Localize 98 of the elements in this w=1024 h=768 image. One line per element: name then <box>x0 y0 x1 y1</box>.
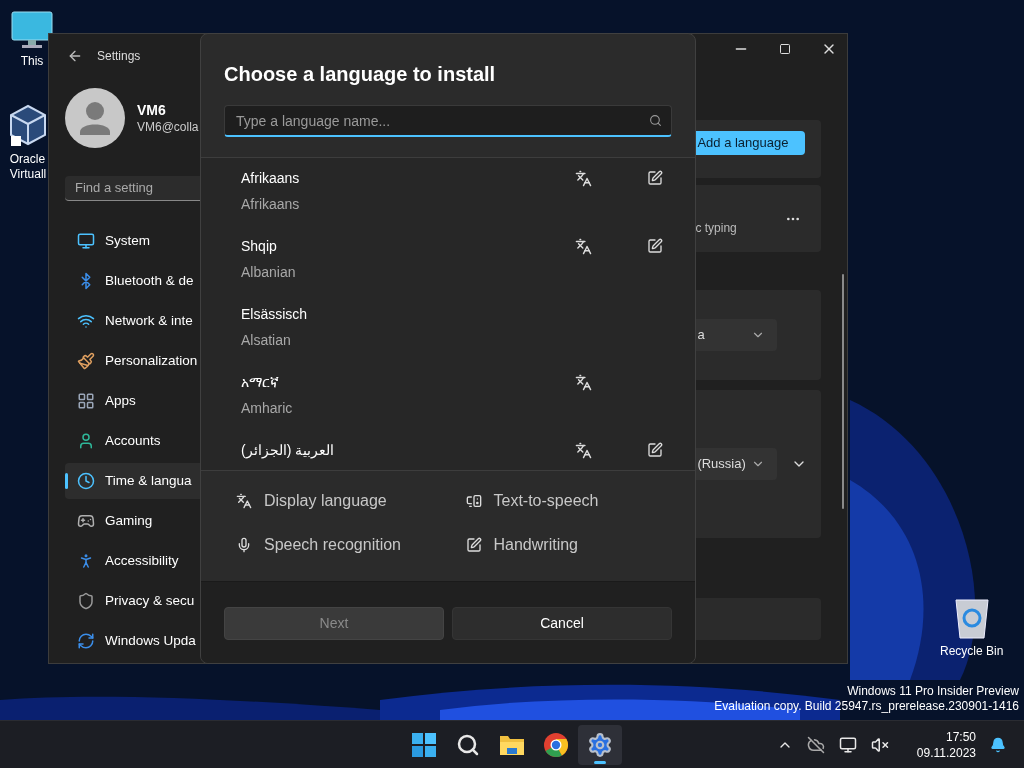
nav-label: Privacy & secu <box>105 591 195 610</box>
pen-square-icon <box>647 238 663 254</box>
nav-item[interactable]: Bluetooth & de <box>65 263 201 299</box>
network-icon[interactable] <box>838 735 857 754</box>
selection-indicator <box>65 473 68 489</box>
language-item[interactable]: Elsässisch Alsatian <box>201 294 695 362</box>
language-icon <box>575 170 592 187</box>
language-search-field[interactable]: Type a language name... <box>224 105 672 137</box>
pen-square-icon <box>647 442 663 458</box>
microphone-icon <box>236 537 252 553</box>
nav-label: Personalization <box>105 351 198 370</box>
nav-label: Bluetooth & de <box>105 271 194 290</box>
paintbrush-icon <box>77 352 95 370</box>
language-icon <box>575 238 592 255</box>
pen-square-icon <box>465 537 482 553</box>
clock-time: 17:50 <box>945 728 976 745</box>
shield-icon <box>77 592 95 610</box>
language-name: Shqip <box>241 237 278 256</box>
nav-label: Accessibility <box>105 551 179 570</box>
search-icon <box>456 732 480 757</box>
nav-item[interactable]: System <box>65 223 201 259</box>
notification-bell-icon[interactable] <box>990 736 1006 753</box>
active-indicator <box>594 760 606 764</box>
clock-date: 09.11.2023 <box>916 744 976 761</box>
cancel-button[interactable]: Cancel <box>452 607 672 640</box>
maximize-icon[interactable] <box>779 43 791 55</box>
desktop-icon-label[interactable]: Virtuall <box>9 167 47 182</box>
card-text: c typing <box>695 219 737 237</box>
apps-icon <box>77 392 95 410</box>
language-name: አማርኛ <box>241 373 280 392</box>
nav-item[interactable]: Time & langua <box>65 463 201 499</box>
gear-icon <box>587 731 613 758</box>
dropdown[interactable]: (Russia) <box>695 448 778 480</box>
legend-label: Display language <box>264 491 387 511</box>
scrollbar[interactable] <box>842 274 844 509</box>
nav-label: Apps <box>105 391 136 410</box>
language-item[interactable]: العربية (الجزائر) <box>201 430 695 470</box>
nav-item[interactable]: Apps <box>65 383 201 419</box>
language-item[interactable]: አማርኛ Amharic <box>201 362 695 430</box>
folder-icon <box>499 733 525 756</box>
window-title: Settings <box>97 47 141 65</box>
language-english-name: Alsatian <box>241 331 292 350</box>
desktop-icon-label[interactable]: Recycle Bin <box>940 644 1004 659</box>
add-language-button[interactable]: Add a language <box>695 131 806 155</box>
language-icon <box>575 374 592 391</box>
language-name: العربية (الجزائر) <box>241 441 336 461</box>
desktop-icon-label[interactable]: Oracle <box>9 152 46 167</box>
build-info-text: Windows 11 Pro Insider Preview <box>847 684 1019 699</box>
search-icon <box>649 114 662 127</box>
clock[interactable]: 17:50 09.11.2023 <box>916 728 976 761</box>
nav-label: Windows Upda <box>105 631 196 650</box>
search-field[interactable]: Find a setting <box>65 175 201 201</box>
nav-label: System <box>105 231 150 250</box>
nav-label: Gaming <box>105 511 153 530</box>
cloud-off-icon[interactable] <box>806 735 825 754</box>
nav-item[interactable]: Network & inte <box>65 303 201 339</box>
language-english-name: Afrikaans <box>241 195 301 214</box>
browser-icon <box>543 731 569 758</box>
monitor-icon <box>77 232 95 250</box>
nav-item[interactable]: Windows Upda <box>65 623 201 659</box>
wifi-icon <box>77 312 95 330</box>
pen-square-icon <box>647 170 663 186</box>
language-item[interactable]: Shqip Albanian <box>201 226 695 294</box>
nav-item[interactable]: Personalization <box>65 343 201 379</box>
language-icon <box>236 493 252 509</box>
person-icon <box>77 432 95 450</box>
legend-label: Handwriting <box>493 535 578 555</box>
gamepad-icon <box>77 512 95 530</box>
avatar <box>65 87 125 148</box>
nav-label: Network & inte <box>105 311 193 330</box>
language-english-name: Amharic <box>241 399 294 418</box>
dialog-title: Choose a language to install <box>224 62 497 87</box>
windows-start-icon <box>412 732 436 757</box>
user-email: VM6@colla <box>137 118 199 135</box>
legend-label: Speech recognition <box>264 535 401 555</box>
dropdown[interactable]: a <box>695 319 778 351</box>
legend-label: Text-to-speech <box>493 491 599 511</box>
refresh-icon <box>77 632 95 650</box>
nav-item[interactable]: Accounts <box>65 423 201 459</box>
clock-icon <box>77 472 95 490</box>
nav-item[interactable]: Gaming <box>65 503 201 539</box>
volume-muted-icon[interactable] <box>870 735 889 754</box>
user-name: VM6 <box>137 100 167 119</box>
nav-label: Time & langua <box>105 471 192 490</box>
cube-icon <box>8 104 48 148</box>
desktop-icon-label[interactable]: This <box>20 54 44 69</box>
nav-item[interactable]: Privacy & secu <box>65 583 201 619</box>
language-name: Elsässisch <box>241 305 309 324</box>
monitor-icon <box>10 10 54 50</box>
language-item[interactable]: Afrikaans Afrikaans <box>201 158 695 226</box>
monitor-speaker-icon <box>465 493 482 509</box>
taskbar-app[interactable] <box>578 724 622 765</box>
nav-label: Accounts <box>105 431 161 450</box>
language-english-name: Albanian <box>241 263 297 282</box>
build-info-text: Evaluation copy. Build 25947.rs_prerelease.230901-1416 <box>714 699 1019 714</box>
nav-item[interactable]: Accessibility <box>65 543 201 579</box>
language-icon <box>575 442 592 459</box>
language-name: Afrikaans <box>241 169 301 188</box>
